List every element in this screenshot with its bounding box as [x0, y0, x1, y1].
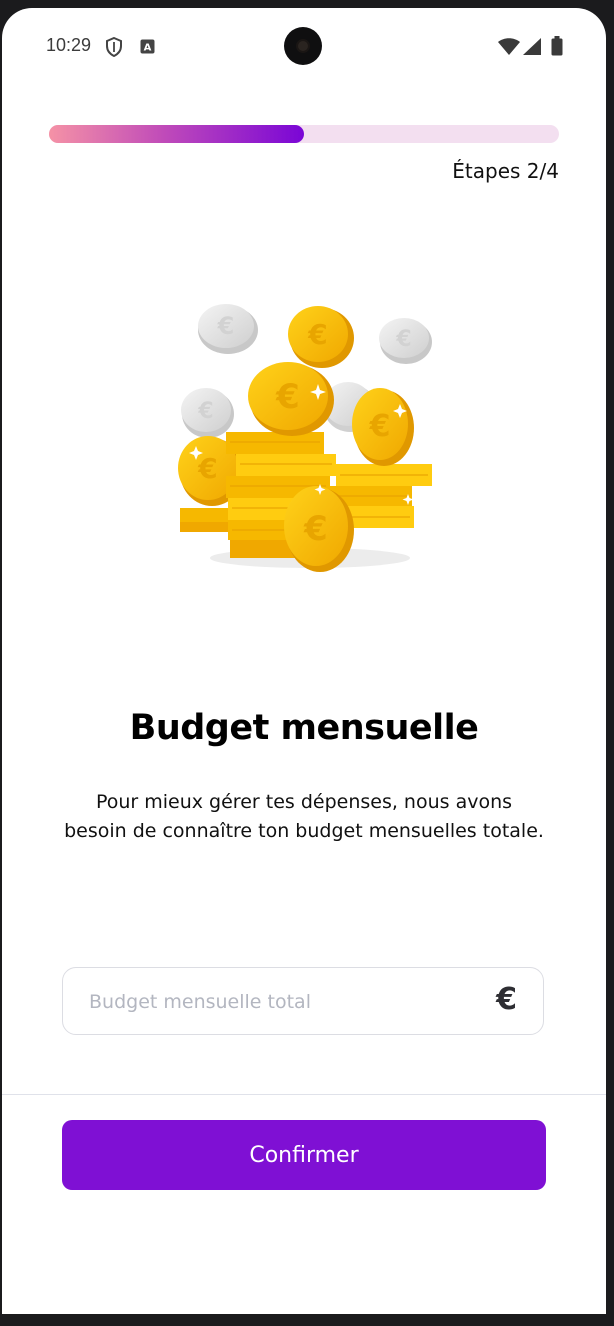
- confirm-button[interactable]: Confirmer: [62, 1120, 546, 1190]
- svg-text:€: €: [217, 312, 235, 340]
- svg-text:€: €: [395, 327, 411, 352]
- svg-text:€: €: [197, 399, 213, 424]
- status-bar: 10:29 A: [2, 8, 606, 84]
- keyboard-a-icon: A: [140, 39, 155, 58]
- signal-icon: [523, 38, 541, 59]
- shield-icon: [106, 36, 122, 61]
- svg-text:€: €: [275, 377, 300, 417]
- status-time: 10:29: [46, 35, 92, 55]
- euro-icon: €: [496, 982, 517, 1017]
- svg-text:A: A: [144, 43, 152, 54]
- app-screen: 10:29 A Étapes 2/4 € € € € € € € € Budge…: [2, 8, 606, 1314]
- progress-bar: [49, 125, 559, 143]
- svg-text:€: €: [303, 509, 328, 549]
- battery-icon: [551, 36, 563, 60]
- step-counter: Étapes 2/4: [452, 159, 559, 183]
- budget-input[interactable]: [87, 968, 471, 1036]
- divider: [2, 1094, 606, 1095]
- budget-input-container: €: [62, 967, 544, 1036]
- wifi-icon: [498, 38, 520, 59]
- page-title: Budget mensuelle: [129, 708, 479, 748]
- page-description: Pour mieux gérer tes dépenses, nous avon…: [64, 791, 544, 842]
- front-camera: [284, 27, 322, 65]
- coin-stack-icon: € € € € € € € €: [170, 296, 446, 576]
- svg-text:€: €: [369, 409, 391, 444]
- progress-fill: [49, 125, 304, 143]
- svg-text:€: €: [307, 318, 327, 351]
- svg-text:€: €: [197, 452, 217, 485]
